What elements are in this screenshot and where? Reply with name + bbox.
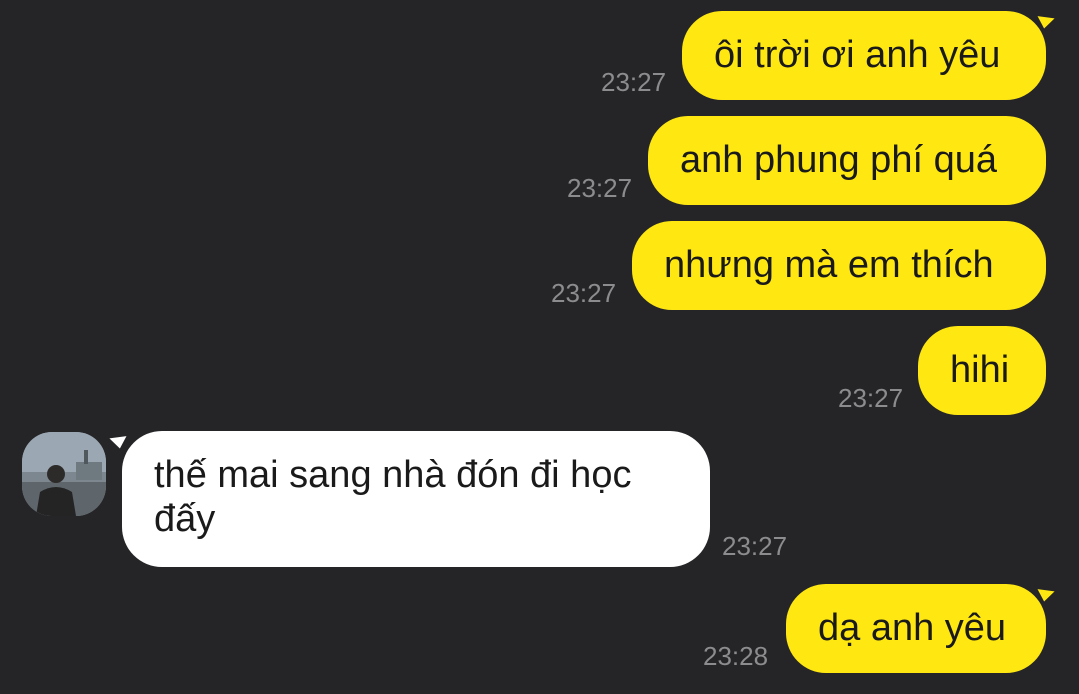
message-timestamp: 23:27 [838, 383, 904, 413]
message-timestamp: 23:27 [722, 531, 788, 561]
message-text: hihi [950, 349, 1010, 391]
incoming-message-bubble[interactable]: thế mai sang nhà đón đi học đấy [122, 431, 710, 567]
outgoing-message-bubble[interactable]: ôi trời ơi anh yêu [682, 11, 1046, 100]
message-text: nhưng mà em thích [664, 244, 994, 286]
message-text: anh phung phí quá [680, 139, 997, 181]
message-timestamp: 23:27 [551, 278, 617, 308]
bubble-tail-icon [1037, 9, 1057, 29]
outgoing-message-bubble[interactable]: dạ anh yêu [786, 584, 1046, 673]
message-timestamp: 23:27 [567, 173, 633, 203]
outgoing-message-bubble[interactable]: hihi [918, 326, 1046, 415]
contact-avatar[interactable] [22, 432, 106, 516]
message-timestamp: 23:28 [703, 641, 769, 671]
message-text: ôi trời ơi anh yêu [714, 34, 1001, 76]
message-timestamp: 23:27 [601, 67, 667, 97]
outgoing-message-bubble[interactable]: nhưng mà em thích [632, 221, 1046, 310]
bubble-tail-icon [107, 429, 127, 449]
outgoing-message-bubble[interactable]: anh phung phí quá [648, 116, 1046, 205]
message-text: dạ anh yêu [818, 607, 1007, 649]
message-text: thế mai sang nhà đón đi học đấy [154, 454, 632, 540]
avatar-photo-icon [22, 432, 106, 516]
bubble-tail-icon [1037, 582, 1057, 602]
